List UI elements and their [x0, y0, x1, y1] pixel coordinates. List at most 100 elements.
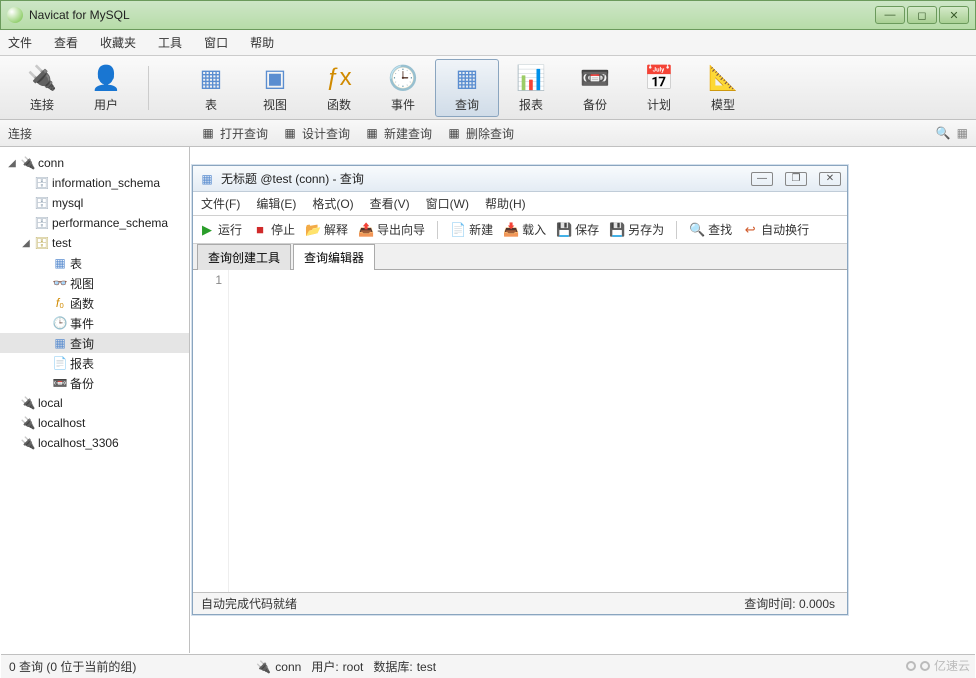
- menu-help[interactable]: 帮助: [250, 34, 274, 51]
- main-panel: ▦ 无标题 @test (conn) - 查询 — ❐ ✕ 文件(F) 编辑(E…: [190, 147, 976, 653]
- tab-query-editor[interactable]: 查询编辑器: [293, 244, 375, 270]
- query-menu-help[interactable]: 帮助(H): [485, 195, 526, 212]
- query-toolbar: ▶运行 ■停止 📂解释 📤导出向导 📄新建 📥载入 💾保存 💾另存为 🔍查找 ↩…: [193, 216, 847, 244]
- design-query-button[interactable]: ▦设计查询: [282, 125, 350, 142]
- query-editor[interactable]: 1: [193, 270, 847, 592]
- database-icon: 🗄: [34, 195, 50, 211]
- toolbar-schedule[interactable]: 📅 计划: [627, 59, 691, 117]
- query-window-icon: ▦: [199, 171, 215, 187]
- new-icon: 📄: [450, 222, 466, 238]
- menu-view[interactable]: 查看: [54, 34, 78, 51]
- database-icon: 🗄: [34, 175, 50, 191]
- tab-query-builder[interactable]: 查询创建工具: [197, 244, 291, 270]
- query-menubar: 文件(F) 编辑(E) 格式(O) 查看(V) 窗口(W) 帮助(H): [193, 192, 847, 216]
- main-toolbar: 🔌 连接 👤 用户 ▦ 表 ▣ 视图 ƒx 函数 🕒 事件 ▦ 查询 📊 报表 …: [0, 56, 976, 120]
- editor-code[interactable]: [229, 270, 847, 592]
- tree-db-mysql[interactable]: 🗄mysql: [0, 193, 189, 213]
- subtoolbar-actions: ▦打开查询 ▦设计查询 ▦新建查询 ▦删除查询: [190, 125, 514, 142]
- tree-tables[interactable]: ▦表: [0, 253, 189, 273]
- open-query-button[interactable]: ▦打开查询: [200, 125, 268, 142]
- tree-backups[interactable]: 📼备份: [0, 373, 189, 393]
- connection-tree[interactable]: ◢🔌conn 🗄information_schema 🗄mysql 🗄perfo…: [0, 147, 190, 653]
- query-window-buttons: — ❐ ✕: [751, 172, 841, 186]
- menu-file[interactable]: 文件: [8, 34, 32, 51]
- toolbar-report[interactable]: 📊 报表: [499, 59, 563, 117]
- model-icon: 📐: [707, 62, 739, 94]
- subtoolbar-label: 连接: [0, 125, 190, 142]
- toolbar-event[interactable]: 🕒 事件: [371, 59, 435, 117]
- query-close-button[interactable]: ✕: [819, 172, 841, 186]
- save-button[interactable]: 💾保存: [556, 221, 599, 238]
- schedule-icon: 📅: [643, 62, 675, 94]
- query-minimize-button[interactable]: —: [751, 172, 773, 186]
- query-status-left: 自动完成代码就绪: [193, 595, 744, 612]
- search-icon[interactable]: 🔍: [936, 126, 951, 140]
- load-button[interactable]: 📥载入: [503, 221, 546, 238]
- toolbar-view[interactable]: ▣ 视图: [243, 59, 307, 117]
- close-button[interactable]: ✕: [939, 6, 969, 24]
- explain-button[interactable]: 📂解释: [305, 221, 348, 238]
- query-menu-view[interactable]: 查看(V): [370, 195, 410, 212]
- connection-icon: 🔌: [20, 395, 36, 411]
- wrap-button[interactable]: ↩自动换行: [742, 221, 809, 238]
- query-window: ▦ 无标题 @test (conn) - 查询 — ❐ ✕ 文件(F) 编辑(E…: [192, 165, 848, 615]
- maximize-button[interactable]: ◻: [907, 6, 937, 24]
- tree-db-information-schema[interactable]: 🗄information_schema: [0, 173, 189, 193]
- table-icon: ▦: [52, 255, 68, 271]
- tree-functions[interactable]: f₀函数: [0, 293, 189, 313]
- statusbar: 0 查询 (0 位于当前的组) 🔌 conn 用户: root 数据库: tes…: [1, 654, 975, 678]
- query-menu-window[interactable]: 窗口(W): [426, 195, 469, 212]
- menu-tools[interactable]: 工具: [158, 34, 182, 51]
- tree-localhost-3306[interactable]: 🔌localhost_3306: [0, 433, 189, 453]
- query-status-right: 查询时间: 0.000s: [744, 595, 847, 612]
- plug-icon: 🔌: [26, 62, 58, 94]
- tree-db-performance-schema[interactable]: 🗄performance_schema: [0, 213, 189, 233]
- menu-window[interactable]: 窗口: [204, 34, 228, 51]
- grid-icon[interactable]: ▦: [957, 126, 968, 140]
- tree-db-test[interactable]: ◢🗄test: [0, 233, 189, 253]
- query-icon: ▦: [451, 62, 483, 94]
- subtoolbar: 连接 ▦打开查询 ▦设计查询 ▦新建查询 ▦删除查询 🔍 ▦: [0, 120, 976, 147]
- save-as-button[interactable]: 💾另存为: [609, 221, 664, 238]
- report-icon: 📊: [515, 62, 547, 94]
- tree-conn[interactable]: ◢🔌conn: [0, 153, 189, 173]
- toolbar-function[interactable]: ƒx 函数: [307, 59, 371, 117]
- tree-views[interactable]: 👓视图: [0, 273, 189, 293]
- query-menu-format[interactable]: 格式(O): [312, 195, 353, 212]
- run-button[interactable]: ▶运行: [199, 221, 242, 238]
- editor-gutter: 1: [193, 270, 229, 592]
- toolbar-query[interactable]: ▦ 查询: [435, 59, 499, 117]
- tree-reports[interactable]: 📄报表: [0, 353, 189, 373]
- toolbar-user[interactable]: 👤 用户: [74, 59, 138, 117]
- delete-query-button[interactable]: ▦删除查询: [446, 125, 514, 142]
- minimize-button[interactable]: —: [875, 6, 905, 24]
- connection-icon: 🔌: [20, 435, 36, 451]
- menu-favorites[interactable]: 收藏夹: [100, 34, 136, 51]
- new-button[interactable]: 📄新建: [450, 221, 493, 238]
- explain-icon: 📂: [305, 222, 321, 238]
- backup-icon: 📼: [579, 62, 611, 94]
- toolbar-model[interactable]: 📐 模型: [691, 59, 755, 117]
- tree-queries[interactable]: ▦查询: [0, 333, 189, 353]
- new-query-button[interactable]: ▦新建查询: [364, 125, 432, 142]
- export-button[interactable]: 📤导出向导: [358, 221, 425, 238]
- toolbar-connect[interactable]: 🔌 连接: [10, 59, 74, 117]
- query-menu-edit[interactable]: 编辑(E): [256, 195, 296, 212]
- toolbar-backup[interactable]: 📼 备份: [563, 59, 627, 117]
- window-title: Navicat for MySQL: [29, 8, 875, 22]
- stop-button[interactable]: ■停止: [252, 221, 295, 238]
- tree-localhost[interactable]: 🔌localhost: [0, 413, 189, 433]
- view-icon: ▣: [259, 62, 291, 94]
- toolbar-separator: [437, 221, 438, 239]
- body: ◢🔌conn 🗄information_schema 🗄mysql 🗄perfo…: [0, 147, 976, 653]
- tree-events[interactable]: 🕒事件: [0, 313, 189, 333]
- connection-icon: 🔌: [256, 660, 271, 674]
- find-button[interactable]: 🔍查找: [689, 221, 732, 238]
- tree-local[interactable]: 🔌local: [0, 393, 189, 413]
- window-buttons: — ◻ ✕: [875, 6, 969, 24]
- query-menu-file[interactable]: 文件(F): [201, 195, 240, 212]
- query-maximize-button[interactable]: ❐: [785, 172, 807, 186]
- toolbar-table[interactable]: ▦ 表: [179, 59, 243, 117]
- line-number-1: 1: [193, 273, 222, 287]
- query-titlebar: ▦ 无标题 @test (conn) - 查询 — ❐ ✕: [193, 166, 847, 192]
